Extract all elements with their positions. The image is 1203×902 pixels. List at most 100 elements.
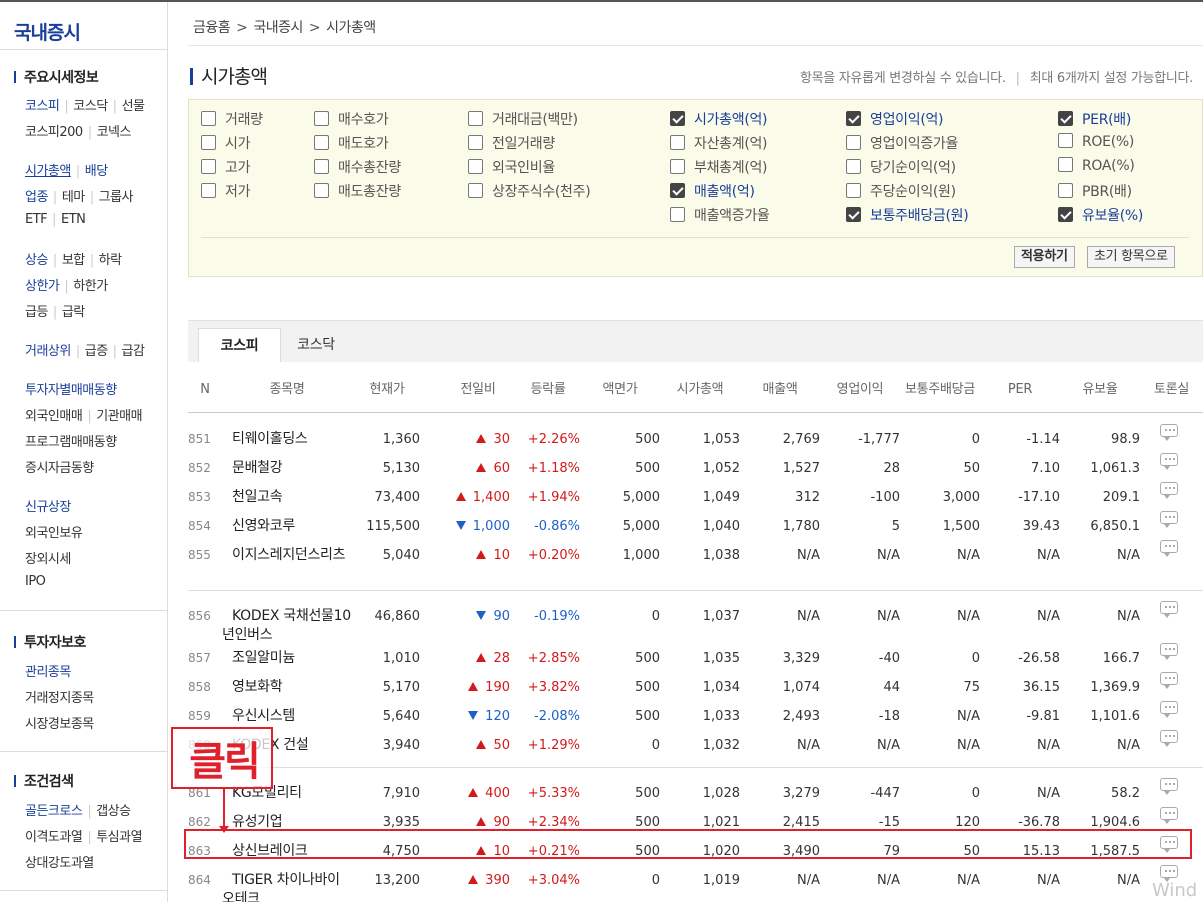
unchecked-box-icon[interactable] bbox=[468, 159, 483, 174]
option-checkbox[interactable]: 매수호가 bbox=[314, 109, 389, 129]
unchecked-box-icon[interactable] bbox=[314, 159, 329, 174]
sidebar-link[interactable]: 거래정지종목 bbox=[25, 691, 94, 706]
sidebar-link[interactable]: 급등 bbox=[25, 305, 48, 320]
sidebar-link[interactable]: 그룹사 bbox=[99, 190, 134, 205]
option-checkbox[interactable]: 영업이익(억) bbox=[846, 109, 944, 129]
sidebar-link[interactable]: 코스피 bbox=[25, 99, 60, 114]
unchecked-box-icon[interactable] bbox=[846, 183, 861, 198]
checked-box-icon[interactable] bbox=[670, 111, 685, 126]
sidebar-link[interactable]: 급감 bbox=[122, 344, 145, 359]
option-checkbox[interactable]: 보통주배당금(원) bbox=[846, 205, 969, 225]
sidebar-link[interactable]: 급증 bbox=[85, 344, 108, 359]
discussion-icon[interactable] bbox=[1160, 807, 1178, 824]
unchecked-box-icon[interactable] bbox=[201, 183, 216, 198]
option-checkbox[interactable]: 상장주식수(천주) bbox=[468, 181, 591, 201]
unchecked-box-icon[interactable] bbox=[1058, 133, 1073, 148]
unchecked-box-icon[interactable] bbox=[670, 159, 685, 174]
option-checkbox[interactable]: 주당순이익(원) bbox=[846, 181, 956, 201]
tab-kosdaq[interactable]: 코스닥 bbox=[281, 328, 351, 362]
sidebar-link[interactable]: 외국인보유 bbox=[25, 526, 83, 541]
option-checkbox[interactable]: 매도총잔량 bbox=[314, 181, 401, 201]
option-checkbox[interactable]: 고가 bbox=[201, 157, 250, 177]
discussion-icon[interactable] bbox=[1160, 701, 1178, 718]
option-checkbox[interactable]: 당기순이익(억) bbox=[846, 157, 956, 177]
discussion-icon[interactable] bbox=[1160, 424, 1178, 441]
discussion-icon[interactable] bbox=[1160, 482, 1178, 499]
checked-box-icon[interactable] bbox=[846, 111, 861, 126]
discussion-icon[interactable] bbox=[1160, 643, 1178, 660]
option-checkbox[interactable]: 전일거래량 bbox=[468, 133, 555, 153]
discussion-icon[interactable] bbox=[1160, 601, 1178, 618]
sidebar-link[interactable]: 신규상장 bbox=[25, 500, 71, 515]
discussion-icon[interactable] bbox=[1160, 730, 1178, 747]
unchecked-box-icon[interactable] bbox=[314, 183, 329, 198]
sidebar-link[interactable]: 투자자별매매동향 bbox=[25, 383, 117, 398]
unchecked-box-icon[interactable] bbox=[201, 111, 216, 126]
sidebar-link[interactable]: ETF bbox=[25, 212, 48, 227]
sidebar-link[interactable]: 시장경보종목 bbox=[25, 717, 94, 732]
unchecked-box-icon[interactable] bbox=[468, 111, 483, 126]
option-checkbox[interactable]: ROE(%) bbox=[1058, 133, 1134, 150]
checked-box-icon[interactable] bbox=[1058, 111, 1073, 126]
option-checkbox[interactable]: 거래대금(백만) bbox=[468, 109, 578, 129]
option-checkbox[interactable]: 유보율(%) bbox=[1058, 205, 1143, 225]
unchecked-box-icon[interactable] bbox=[1058, 183, 1073, 198]
sidebar-link[interactable]: 상한가 bbox=[25, 279, 60, 294]
option-checkbox[interactable]: PBR(배) bbox=[1058, 181, 1132, 201]
option-checkbox[interactable]: 저가 bbox=[201, 181, 250, 201]
sidebar-link[interactable]: 업종 bbox=[25, 190, 48, 205]
sidebar-link[interactable]: 골든크로스 bbox=[25, 804, 83, 819]
option-checkbox[interactable]: PER(배) bbox=[1058, 109, 1131, 129]
checked-box-icon[interactable] bbox=[1058, 207, 1073, 222]
sidebar-link[interactable]: 증시자금동향 bbox=[25, 461, 94, 476]
sidebar-link[interactable]: 보합 bbox=[62, 253, 85, 268]
option-checkbox[interactable]: 매출액(억) bbox=[670, 181, 755, 201]
sidebar-link[interactable]: ETN bbox=[61, 212, 86, 227]
sidebar-link[interactable]: 관리종목 bbox=[25, 665, 71, 680]
option-checkbox[interactable]: 영업이익증가율 bbox=[846, 133, 958, 153]
sidebar-link[interactable]: 투심과열 bbox=[96, 830, 142, 845]
option-checkbox[interactable]: 시가총액(억) bbox=[670, 109, 768, 129]
unchecked-box-icon[interactable] bbox=[1058, 157, 1073, 172]
option-checkbox[interactable]: 시가 bbox=[201, 133, 250, 153]
sidebar-link[interactable]: 기관매매 bbox=[96, 409, 142, 424]
option-checkbox[interactable]: 매출액증가율 bbox=[670, 205, 770, 225]
checked-box-icon[interactable] bbox=[670, 183, 685, 198]
option-checkbox[interactable]: 거래량 bbox=[201, 109, 263, 129]
sidebar-link[interactable]: 코스닥 bbox=[73, 99, 108, 114]
sidebar-link[interactable]: 외국인매매 bbox=[25, 409, 83, 424]
sidebar-link[interactable]: 선물 bbox=[122, 99, 145, 114]
discussion-icon[interactable] bbox=[1160, 672, 1178, 689]
unchecked-box-icon[interactable] bbox=[670, 207, 685, 222]
discussion-icon[interactable] bbox=[1160, 540, 1178, 557]
unchecked-box-icon[interactable] bbox=[670, 135, 685, 150]
option-checkbox[interactable]: ROA(%) bbox=[1058, 157, 1135, 174]
unchecked-box-icon[interactable] bbox=[314, 135, 329, 150]
reset-button[interactable]: 초기 항목으로 bbox=[1087, 246, 1175, 268]
sidebar-link[interactable]: 배당 bbox=[85, 164, 108, 179]
sidebar-link[interactable]: 장외시세 bbox=[25, 552, 71, 567]
unchecked-box-icon[interactable] bbox=[846, 159, 861, 174]
sidebar-title[interactable]: 국내증시 bbox=[14, 18, 81, 45]
unchecked-box-icon[interactable] bbox=[468, 183, 483, 198]
apply-button[interactable]: 적용하기 bbox=[1014, 246, 1075, 268]
sidebar-link[interactable]: 시가총액 bbox=[25, 164, 71, 179]
sidebar-link[interactable]: 코스피200 bbox=[25, 125, 83, 140]
option-checkbox[interactable]: 자산총계(억) bbox=[670, 133, 768, 153]
unchecked-box-icon[interactable] bbox=[201, 159, 216, 174]
option-checkbox[interactable]: 매도호가 bbox=[314, 133, 389, 153]
sidebar-link[interactable]: 거래상위 bbox=[25, 344, 71, 359]
sidebar-link[interactable]: 테마 bbox=[62, 190, 85, 205]
discussion-icon[interactable] bbox=[1160, 453, 1178, 470]
sidebar-link[interactable]: 하한가 bbox=[73, 279, 108, 294]
sidebar-link[interactable]: 하락 bbox=[99, 253, 122, 268]
tab-kospi[interactable]: 코스피 bbox=[198, 328, 281, 362]
unchecked-box-icon[interactable] bbox=[201, 135, 216, 150]
sidebar-link[interactable]: 갭상승 bbox=[96, 804, 131, 819]
unchecked-box-icon[interactable] bbox=[314, 111, 329, 126]
sidebar-link[interactable]: 코넥스 bbox=[97, 125, 132, 140]
breadcrumb-home[interactable]: 금융홈 bbox=[193, 20, 231, 36]
breadcrumb-current[interactable]: 시가총액 bbox=[326, 20, 376, 36]
discussion-icon[interactable] bbox=[1160, 865, 1178, 882]
sidebar-link[interactable]: 상대강도과열 bbox=[25, 856, 94, 871]
